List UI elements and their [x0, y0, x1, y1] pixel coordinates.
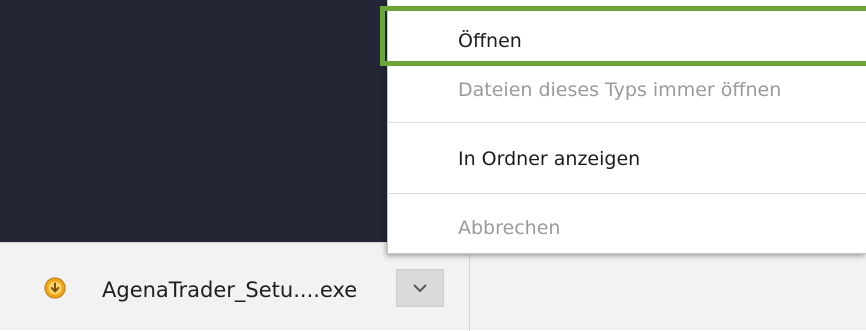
menu-separator: [388, 122, 866, 123]
menu-item-always-open-type: Dateien dieses Typs immer öffnen: [458, 79, 782, 101]
download-bar: AgenaTrader_Setu....exe: [0, 242, 866, 331]
context-menu: Öffnen Dateien dieses Typs immer öffnen …: [387, 0, 866, 254]
download-menu-button[interactable]: [396, 269, 444, 307]
download-filename[interactable]: AgenaTrader_Setu....exe: [102, 275, 357, 305]
menu-separator: [388, 193, 866, 194]
download-in-progress-icon: [44, 277, 66, 299]
menu-item-cancel: Abbrechen: [458, 217, 561, 239]
menu-item-open[interactable]: Öffnen: [388, 18, 866, 64]
download-item[interactable]: AgenaTrader_Setu....exe: [0, 243, 470, 331]
menu-item-show-in-folder[interactable]: In Ordner anzeigen: [388, 137, 866, 181]
chevron-down-icon: [413, 284, 427, 293]
